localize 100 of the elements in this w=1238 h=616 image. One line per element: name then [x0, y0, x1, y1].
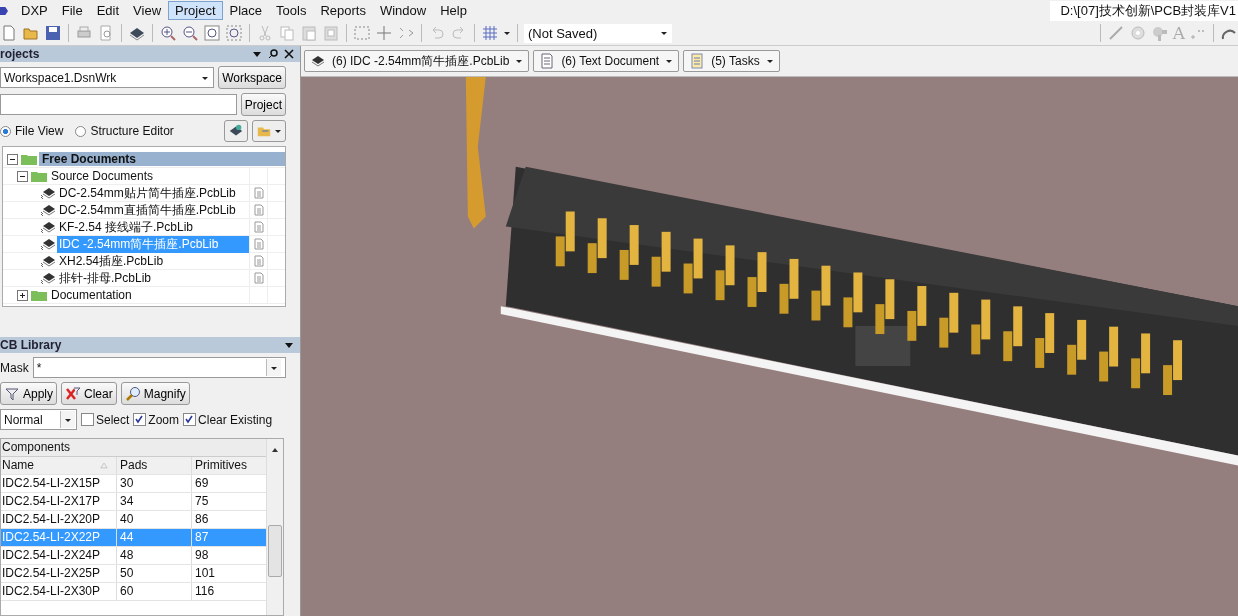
zoom-in-icon[interactable] [159, 24, 177, 42]
document-tab[interactable]: (5) Tasks [683, 50, 780, 72]
table-cell-text: 75 [194, 493, 210, 510]
table-cell: 40 [117, 511, 192, 528]
zoom-fit-icon[interactable] [203, 24, 221, 42]
table-cell: 48 [117, 547, 192, 564]
mask-field[interactable]: * [32, 357, 286, 378]
table-row[interactable]: IDC2.54-LI-2X25P 50 101 [1, 565, 266, 583]
select-area-icon[interactable] [353, 24, 371, 42]
move-cross-icon[interactable] [375, 24, 393, 42]
zoom-out-icon[interactable] [181, 24, 199, 42]
copy-icon[interactable] [278, 24, 296, 42]
caret-icon [665, 57, 674, 65]
caret-icon[interactable] [252, 49, 262, 59]
library-button[interactable] [224, 120, 248, 142]
caret-icon[interactable] [284, 340, 294, 350]
tree-file-item[interactable]: 排针-排母.PcbLib [57, 269, 249, 287]
expand-toggle[interactable] [17, 170, 28, 182]
column-header[interactable]: Pads [117, 457, 192, 474]
mode-dropdown[interactable]: Normal [0, 409, 77, 430]
tree-file-item[interactable]: XH2.54插座.PcbLib [57, 252, 249, 270]
table-cell: IDC2.54-LI-2X24P [1, 547, 117, 564]
tree-file-item[interactable]: DC-2.54mm直插简牛插座.PcbLib [57, 201, 249, 219]
menu-item[interactable]: View [126, 1, 169, 20]
tree-file-item[interactable]: DC-2.54mm贴片简牛插座.PcbLib [57, 184, 249, 202]
panel-title: CB Library [0, 338, 62, 352]
menu-item[interactable]: Tools [269, 1, 314, 20]
pad-icon[interactable] [1128, 24, 1147, 42]
project-button[interactable]: Project [240, 93, 286, 116]
caret-icon [515, 57, 524, 65]
checkmark-icon [184, 414, 195, 424]
document-icon [539, 53, 556, 69]
table-cell: IDC2.54-LI-2X15P [1, 475, 117, 492]
mask-label: Mask [0, 360, 29, 375]
table-cell: 30 [117, 475, 192, 492]
table-cell-text: 86 [194, 511, 210, 528]
workspace-button[interactable]: Workspace [218, 66, 286, 89]
table-row[interactable]: IDC2.54-LI-2X17P 34 75 [1, 493, 266, 511]
view-radio[interactable]: Structure Editor [75, 124, 174, 138]
menu-item[interactable]: Help [433, 1, 474, 20]
save-icon[interactable] [44, 24, 62, 42]
menu-item[interactable]: Place [222, 1, 270, 20]
menu-item[interactable]: File [54, 1, 90, 20]
menu-item[interactable]: DXP [14, 1, 55, 20]
close-icon[interactable] [284, 49, 294, 59]
zoom-selection-icon[interactable] [225, 24, 243, 42]
file-path: D:\[07]技术创新\PCB封装库V1 [1050, 0, 1238, 21]
vertical-scrollbar[interactable] [266, 439, 283, 615]
scroll-thumb[interactable] [268, 525, 282, 577]
pin-icon[interactable] [268, 49, 278, 59]
option-checkbox[interactable]: Clear Existing [183, 412, 273, 427]
table-cell-text: 116 [194, 583, 216, 600]
workspace-dropdown[interactable]: Workspace1.DsnWrk [0, 67, 215, 88]
document-icon [253, 204, 264, 216]
paste-icon[interactable] [300, 24, 318, 42]
column-header[interactable]: Primitives [192, 457, 266, 474]
menu-item[interactable]: Project [168, 1, 223, 20]
table-cell: IDC2.54-LI-2X30P [1, 583, 117, 600]
filter-button[interactable]: Apply [0, 382, 58, 405]
funnel-icon [4, 385, 20, 402]
magnify-button[interactable]: Magnify [120, 382, 190, 405]
new-file-icon[interactable] [0, 24, 18, 42]
chip-icon [41, 220, 57, 234]
menu-item[interactable]: Window [372, 1, 434, 20]
table-caption: Components [1, 439, 266, 457]
clear-button[interactable]: Clear [61, 382, 117, 405]
table-row[interactable]: IDC2.54-LI-2X30P 60 116 [1, 583, 266, 601]
chip-icon [41, 237, 57, 251]
panel-title: rojects [0, 47, 40, 61]
table-cell: IDC2.54-LI-2X22P [1, 529, 117, 546]
folder-icon [21, 153, 37, 165]
paste-special-icon[interactable] [322, 24, 340, 42]
view-combo[interactable]: (Not Saved) [524, 23, 672, 43]
document-icon [253, 238, 264, 250]
table-row[interactable]: IDC2.54-LI-2X24P 48 98 [1, 547, 266, 565]
tree-folder-label[interactable]: Documentation [49, 288, 249, 302]
document-tab[interactable]: (6) Text Document [533, 50, 680, 72]
option-checkbox[interactable]: Zoom [133, 412, 180, 427]
view-radio[interactable]: File View [0, 124, 64, 138]
chip-icon [41, 203, 57, 217]
cut-icon[interactable] [256, 24, 274, 42]
tree-folder-label[interactable]: Source Documents [49, 169, 249, 183]
project-field[interactable] [0, 94, 237, 115]
option-checkbox[interactable]: Select [81, 412, 130, 427]
tree-file-item[interactable]: KF-2.54 接线端子.PcbLib [57, 218, 249, 236]
tree-group-label[interactable]: Free Documents [39, 152, 285, 166]
caret-icon[interactable] [503, 29, 511, 37]
column-header[interactable]: Name [1, 457, 117, 474]
sort-icon [100, 462, 108, 469]
expand-toggle[interactable] [17, 289, 28, 301]
table-cell: 34 [117, 493, 192, 510]
via-icon[interactable] [1150, 24, 1169, 42]
collapse-toggle[interactable] [7, 153, 18, 165]
document-tab[interactable]: (6) IDC -2.54mm简牛插座.PcbLib [304, 50, 530, 72]
menu-item[interactable]: Reports [313, 1, 373, 20]
table-row[interactable]: IDC2.54-LI-2X15P 30 69 [1, 475, 266, 493]
table-cell-text: 87 [194, 529, 210, 546]
folder-icon [31, 170, 47, 182]
menu-item[interactable]: Edit [89, 1, 127, 20]
table-cell: 44 [117, 529, 192, 546]
